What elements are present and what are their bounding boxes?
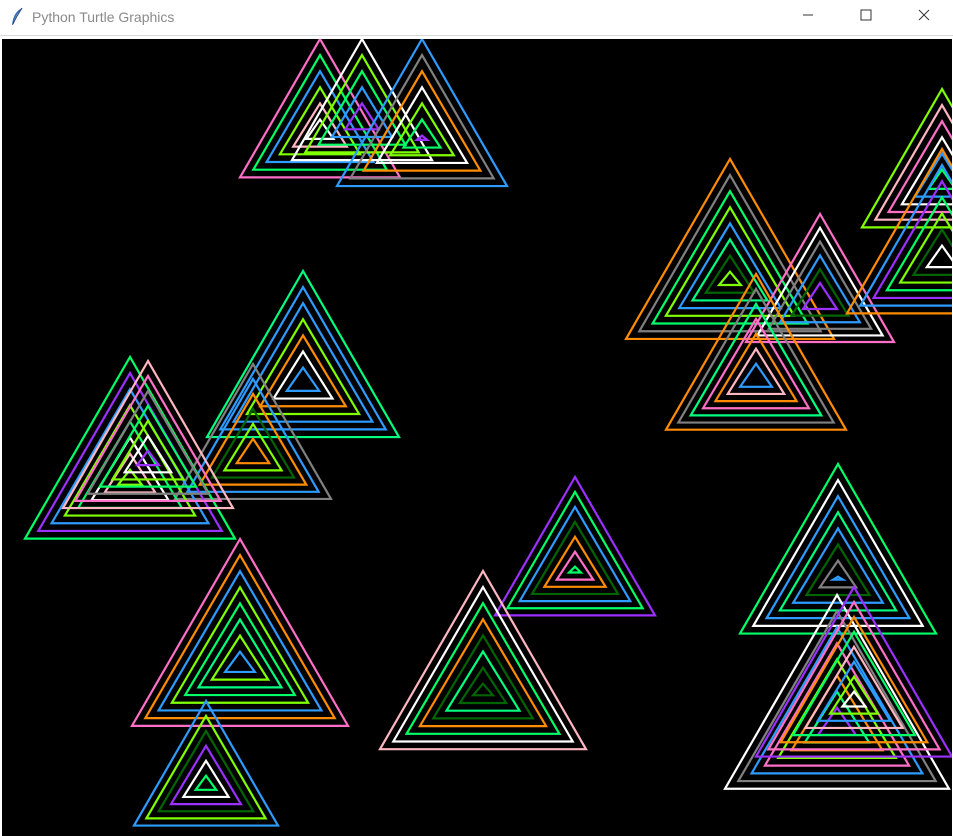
close-icon <box>918 9 930 21</box>
triangle-cluster <box>493 474 657 617</box>
triangle-outline <box>193 773 219 791</box>
triangle-outline <box>132 698 280 827</box>
triangle-cluster <box>738 461 938 635</box>
canvas-frame <box>0 35 953 836</box>
triangle-cluster <box>130 536 350 727</box>
title-bar[interactable]: Python Turtle Graphics <box>0 0 953 34</box>
maximize-icon <box>860 9 872 21</box>
triangle-cluster <box>378 568 588 751</box>
triangle-outline <box>181 758 231 799</box>
triangle-outline <box>222 649 258 674</box>
triangle-cluster <box>132 698 280 827</box>
turtle-canvas[interactable] <box>2 39 952 836</box>
triangle-outline <box>738 461 938 635</box>
triangle-outline <box>130 536 350 727</box>
triangle-cluster <box>664 271 848 431</box>
minimize-button[interactable] <box>779 0 837 30</box>
feather-icon <box>9 7 25 27</box>
triangle-outline <box>49 387 211 525</box>
triangle-outline <box>378 568 588 751</box>
maximize-button[interactable] <box>837 0 895 30</box>
triangle-outline <box>716 269 744 287</box>
triangle-cluster <box>238 39 402 179</box>
triangle-outline <box>624 156 836 341</box>
triangle-outline <box>566 565 584 574</box>
triangle-outline <box>205 268 401 439</box>
triangle-outline <box>764 494 912 620</box>
turtle-window: Python Turtle Graphics <box>0 0 953 836</box>
triangle-outline <box>470 682 496 697</box>
triangle-outline <box>778 614 930 744</box>
triangle-outline <box>751 477 925 627</box>
close-button[interactable] <box>895 0 953 30</box>
window-title: Python Turtle Graphics <box>32 9 175 25</box>
triangle-outline <box>703 253 757 294</box>
window-controls <box>779 0 953 34</box>
minimize-icon <box>803 14 813 16</box>
triangle-outline <box>238 39 402 179</box>
triangle-outline <box>664 271 848 431</box>
triangle-cluster <box>624 156 836 341</box>
triangle-outline <box>156 569 324 712</box>
triangle-outline <box>829 575 847 581</box>
triangle-cluster <box>860 86 952 229</box>
triangle-cluster <box>205 268 401 439</box>
